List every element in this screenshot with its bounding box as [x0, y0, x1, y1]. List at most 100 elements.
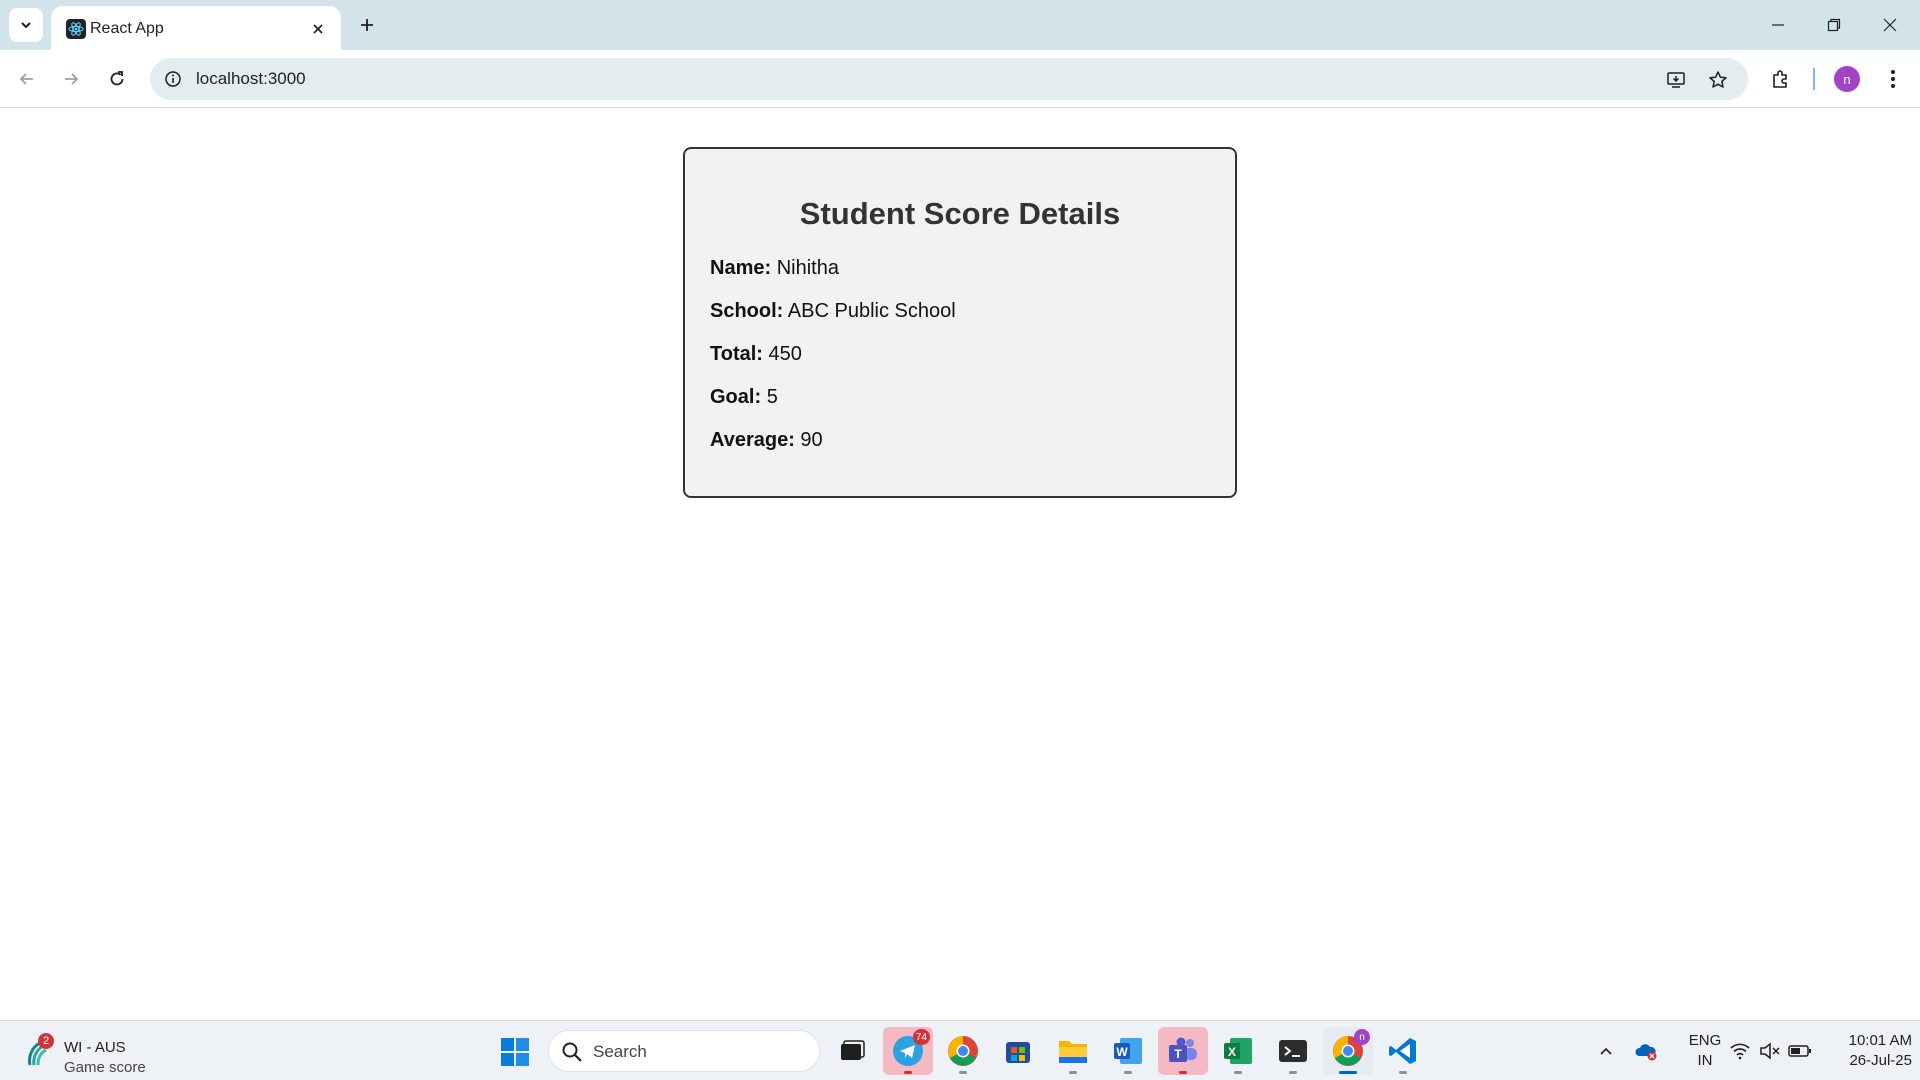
- chrome-icon: [948, 1036, 978, 1066]
- school-label: School:: [710, 300, 784, 322]
- card-title: Student Score Details: [799, 196, 1121, 231]
- language-line-2: IN: [1697, 1052, 1713, 1069]
- new-tab-button[interactable]: [352, 10, 382, 40]
- goal-value: 5: [766, 386, 778, 408]
- onedrive-error-icon[interactable]: [1634, 1039, 1658, 1063]
- close-icon: [1883, 18, 1897, 32]
- volume-muted-icon[interactable]: [1758, 1039, 1782, 1063]
- school-row: School: ABC Public School: [710, 299, 956, 323]
- widget-subtitle: Game score: [64, 1059, 146, 1076]
- folder-icon: [1059, 1041, 1087, 1063]
- tab-search-button[interactable]: [9, 8, 43, 42]
- close-icon: [313, 24, 323, 34]
- reload-button[interactable]: [102, 64, 132, 94]
- name-label: Name:: [710, 257, 772, 279]
- terminal-app[interactable]: [1268, 1027, 1318, 1075]
- plus-icon: [361, 19, 373, 31]
- show-hidden-icons-button[interactable]: [1594, 1039, 1618, 1063]
- name-row: Name: Nihitha: [710, 256, 839, 280]
- vscode-app[interactable]: [1378, 1027, 1428, 1075]
- student-score-card: Student Score Details Name: Nihitha Scho…: [683, 147, 1237, 498]
- browser-menu-icon[interactable]: [1878, 64, 1908, 94]
- tab-strip: React App: [0, 0, 1920, 50]
- tab-react-app[interactable]: React App: [51, 6, 341, 50]
- language-indicator[interactable]: ENG IN: [1680, 1031, 1730, 1071]
- explorer-indicator: [1069, 1071, 1077, 1074]
- chevron-up-icon: [1600, 1047, 1612, 1055]
- average-value: 90: [800, 429, 823, 451]
- bookmark-star-icon[interactable]: [1704, 66, 1732, 94]
- store-icon: [1006, 1042, 1030, 1063]
- tab-title: React App: [90, 20, 164, 37]
- arrow-right-icon: [65, 73, 79, 85]
- widget-badge: 2: [38, 1033, 54, 1049]
- terminal-indicator: [1289, 1071, 1297, 1074]
- clock-time: 10:01 AM: [1848, 1032, 1912, 1049]
- word-app[interactable]: W: [1103, 1027, 1153, 1075]
- telegram-app[interactable]: 74: [883, 1027, 933, 1075]
- url-text[interactable]: localhost:3000: [196, 68, 306, 90]
- taskbar-search[interactable]: Search: [548, 1030, 820, 1072]
- teams-icon: T: [1169, 1037, 1197, 1062]
- teams-indicator: [1179, 1071, 1187, 1074]
- windows-start-icon[interactable]: [500, 1037, 530, 1067]
- extensions-puzzle-icon[interactable]: [1766, 64, 1796, 94]
- svg-text:W: W: [1116, 1045, 1128, 1059]
- school-value: ABC Public School: [787, 300, 956, 322]
- chrome-app-active[interactable]: n: [1323, 1027, 1373, 1075]
- language-line-1: ENG: [1688, 1032, 1722, 1049]
- teams-app[interactable]: T: [1158, 1027, 1208, 1075]
- telegram-running-indicator: [904, 1071, 912, 1074]
- clock[interactable]: 10:01 AM 26-Jul-25: [1820, 1031, 1912, 1071]
- svg-text:X: X: [1228, 1045, 1236, 1059]
- excel-indicator: [1234, 1071, 1242, 1074]
- profile-avatar[interactable]: n: [1834, 66, 1860, 92]
- telegram-badge: 74: [912, 1029, 930, 1045]
- average-label: Average:: [710, 429, 795, 451]
- weather-widget[interactable]: 2 WI - AUS Game score: [22, 1029, 192, 1076]
- reload-icon: [110, 71, 124, 86]
- goal-row: Goal: 5: [710, 385, 778, 409]
- minimize-icon: [1772, 24, 1784, 26]
- install-app-icon[interactable]: [1662, 66, 1690, 94]
- arrow-left-icon: [19, 73, 33, 85]
- clock-date: 26-Jul-25: [1849, 1052, 1912, 1069]
- task-view-button[interactable]: [827, 1027, 877, 1075]
- svg-text:T: T: [1174, 1047, 1182, 1061]
- search-icon: [562, 1042, 582, 1062]
- widget-title: WI - AUS: [64, 1039, 126, 1056]
- excel-icon: X: [1224, 1038, 1252, 1064]
- terminal-icon: [1279, 1040, 1307, 1062]
- taskbar: 2 WI - AUS Game score Search 74 W T X n …: [0, 1020, 1920, 1080]
- back-button[interactable]: [12, 64, 42, 94]
- minimize-button[interactable]: [1750, 0, 1806, 50]
- average-row: Average: 90: [710, 428, 823, 452]
- chrome-profile-badge: n: [1354, 1029, 1370, 1045]
- word-indicator: [1124, 1071, 1132, 1074]
- browser-toolbar: localhost:3000: [0, 50, 1920, 108]
- task-view-icon: [841, 1040, 865, 1060]
- taskbar-search-label: Search: [593, 1042, 647, 1061]
- word-icon: W: [1114, 1038, 1142, 1064]
- battery-icon[interactable]: [1788, 1039, 1812, 1063]
- file-explorer-app[interactable]: [1048, 1027, 1098, 1075]
- chrome-app-secondary[interactable]: [938, 1027, 988, 1075]
- toolbar-divider: [1813, 68, 1815, 90]
- forward-button[interactable]: [56, 64, 86, 94]
- total-row: Total: 450: [710, 342, 802, 366]
- tab-close-button[interactable]: [307, 18, 329, 40]
- excel-app[interactable]: X: [1213, 1027, 1263, 1075]
- total-value: 450: [768, 343, 802, 365]
- address-bar[interactable]: localhost:3000: [150, 58, 1748, 100]
- close-window-button[interactable]: [1862, 0, 1918, 50]
- wifi-icon[interactable]: [1728, 1039, 1752, 1063]
- chrome-active-indicator: [1339, 1071, 1357, 1074]
- chevron-down-icon: [21, 22, 31, 29]
- restore-icon: [1827, 18, 1841, 32]
- total-label: Total:: [710, 343, 763, 365]
- restore-button[interactable]: [1806, 0, 1862, 50]
- microsoft-store-app[interactable]: [993, 1027, 1043, 1075]
- goal-label: Goal:: [710, 386, 762, 408]
- react-icon: [66, 19, 86, 39]
- site-info-icon[interactable]: [162, 68, 184, 90]
